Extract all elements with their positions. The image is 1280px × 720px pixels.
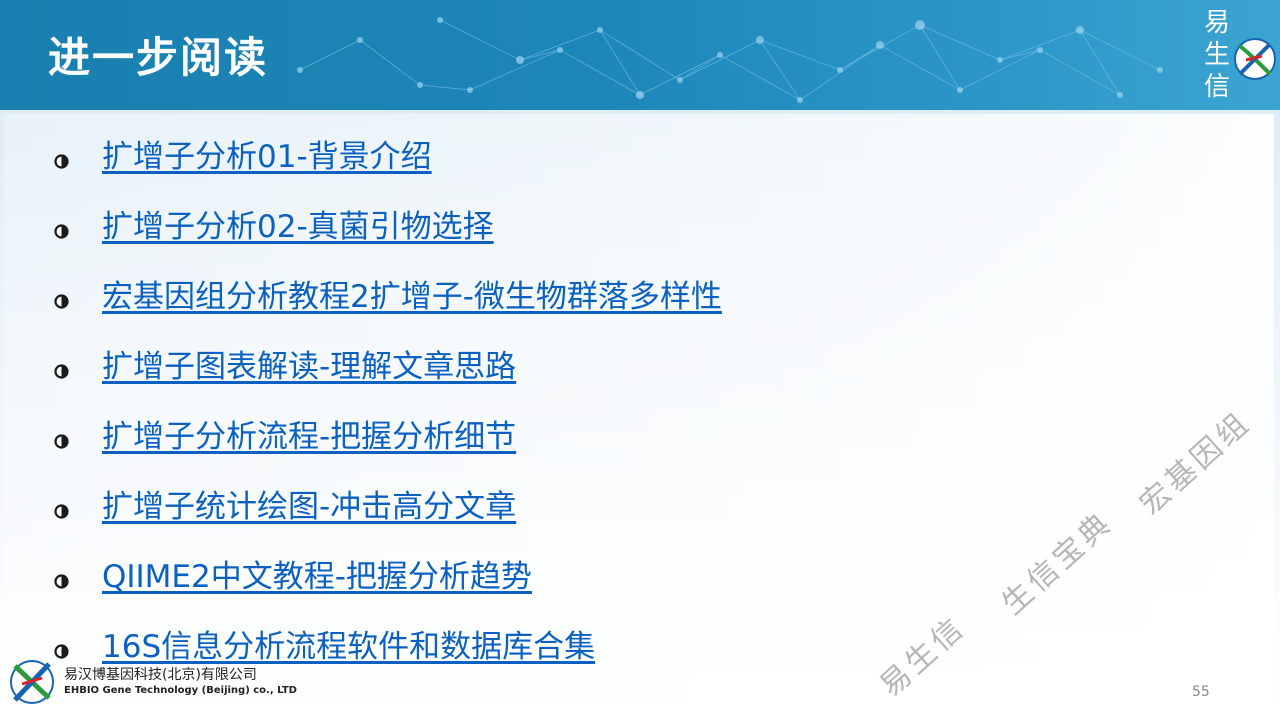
brand-char-3: 信: [1204, 72, 1231, 102]
circle-bullet-icon: [54, 154, 69, 169]
company-name-en: EHBIO Gene Technology (Beijing) co., LTD: [64, 685, 297, 696]
reading-link-2[interactable]: 扩增子分析02-真菌引物选择: [102, 206, 494, 248]
page-number: 55: [1192, 684, 1210, 700]
list-item: 扩增子图表解读-理解文章思路: [44, 346, 944, 416]
circle-bullet-icon: [54, 434, 69, 449]
dna-globe-icon: [1234, 38, 1276, 80]
slide-body: 扩增子分析01-背景介绍 扩增子分析02-真菌引物选择 宏基因组分析教程2扩增子…: [0, 110, 1280, 720]
reading-link-8[interactable]: 16S信息分析流程软件和数据库合集: [102, 626, 595, 668]
list-item: 扩增子分析02-真菌引物选择: [44, 206, 944, 276]
reading-list: 扩增子分析01-背景介绍 扩增子分析02-真菌引物选择 宏基因组分析教程2扩增子…: [44, 136, 944, 696]
reading-link-6[interactable]: 扩增子统计绘图-冲击高分文章: [102, 486, 516, 528]
circle-bullet-icon: [54, 294, 69, 309]
list-item: QIIME2中文教程-把握分析趋势: [44, 556, 944, 626]
slide-header: 进一步阅读 易 生 信: [0, 0, 1280, 110]
brand-char-1: 易: [1204, 8, 1231, 38]
brand-char-2: 生: [1204, 40, 1231, 70]
content-panel: 扩增子分析01-背景介绍 扩增子分析02-真菌引物选择 宏基因组分析教程2扩增子…: [4, 114, 1274, 716]
brand-logo: 易 生 信: [1196, 6, 1280, 106]
reading-link-1[interactable]: 扩增子分析01-背景介绍: [102, 136, 432, 178]
circle-bullet-icon: [54, 224, 69, 239]
company-logo-icon: [10, 660, 54, 704]
circle-bullet-icon: [54, 504, 69, 519]
list-item: 扩增子分析01-背景介绍: [44, 136, 944, 206]
circle-bullet-icon: [54, 574, 69, 589]
circle-bullet-icon: [54, 644, 69, 659]
circle-bullet-icon: [54, 364, 69, 379]
reading-link-3[interactable]: 宏基因组分析教程2扩增子-微生物群落多样性: [102, 276, 722, 318]
reading-link-4[interactable]: 扩增子图表解读-理解文章思路: [102, 346, 516, 388]
list-item: 宏基因组分析教程2扩增子-微生物群落多样性: [44, 276, 944, 346]
reading-link-7[interactable]: QIIME2中文教程-把握分析趋势: [102, 556, 532, 598]
reading-link-5[interactable]: 扩增子分析流程-把握分析细节: [102, 416, 516, 458]
slide-title: 进一步阅读: [48, 33, 269, 82]
list-item: 扩增子统计绘图-冲击高分文章: [44, 486, 944, 556]
list-item: 扩增子分析流程-把握分析细节: [44, 416, 944, 486]
company-name-cn: 易汉博基因科技(北京)有限公司: [64, 667, 257, 683]
